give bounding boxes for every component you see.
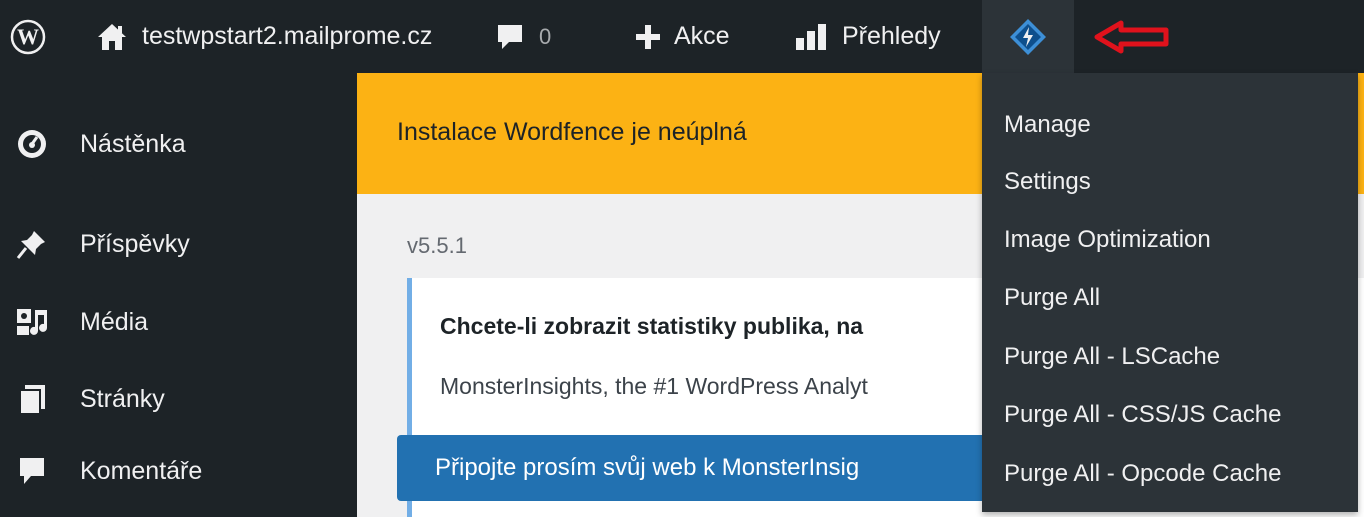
site-name-menu[interactable]: testwpstart2.mailprome.cz [96,0,432,73]
new-content-menu[interactable]: Akce [634,0,730,73]
pin-icon [14,226,50,262]
monsterinsights-description-text: MonsterInsights, the #1 WordPress Analyt [440,373,868,399]
stats-menu[interactable]: Přehledy [794,0,941,73]
comment-bubble-icon [495,22,525,52]
wordpress-logo-icon: W [10,19,46,55]
litespeed-diamond-icon [1008,17,1048,57]
media-icon [14,304,50,340]
comments-menu[interactable]: 0 [495,0,551,73]
dropdown-item-manage[interactable]: Manage [1004,111,1091,139]
sidebar-item-label: Média [80,307,149,336]
monsterinsights-title-text: Chcete-li zobrazit statistiky publika, n… [440,313,864,339]
monsterinsights-description: MonsterInsights, the #1 WordPress Analyt… [440,373,868,400]
red-arrow-annotation [1094,0,1170,73]
sidebar-item-label: Příspěvky [80,229,190,258]
dashboard-icon [14,126,50,162]
dropdown-item-settings[interactable]: Settings [1004,168,1091,196]
home-icon [96,22,128,52]
admin-sidebar: Nástěnka Příspěvky Média Stránky Komentá… [0,73,357,517]
dropdown-item-purge-opcode[interactable]: Purge All - Opcode Cache [1004,460,1282,488]
monsterinsights-connect-button[interactable]: Připojte prosím svůj web k MonsterInsig [397,435,1017,501]
sidebar-item-pages[interactable]: Stránky [0,371,357,427]
wordpress-logo-menu[interactable]: W [10,0,46,73]
dropdown-item-image-optimization[interactable]: Image Optimization [1004,226,1211,254]
sidebar-item-label: Stránky [80,384,165,413]
sidebar-item-dashboard[interactable]: Nástěnka [0,116,357,172]
site-name-label: testwpstart2.mailprome.cz [142,22,433,50]
dropdown-item-purge-css-js[interactable]: Purge All - CSS/JS Cache [1004,401,1281,429]
litespeed-menu[interactable] [982,0,1074,73]
dropdown-item-purge-all[interactable]: Purge All [1004,284,1100,312]
monsterinsights-title: Chcete-li zobrazit statistiky publika, n… [440,313,863,340]
sidebar-item-label: Nástěnka [80,129,186,158]
sidebar-item-media[interactable]: Média [0,294,357,350]
sidebar-item-comments[interactable]: Komentáře [0,443,357,499]
pages-icon [14,381,50,417]
litespeed-dropdown-menu: Manage Settings Image Optimization Purge… [982,73,1358,512]
left-arrow-icon [1094,20,1170,54]
dropdown-item-purge-lscache[interactable]: Purge All - LSCache [1004,343,1220,371]
comment-icon [14,453,50,489]
comments-count: 0 [539,23,552,49]
svg-text:W: W [17,24,39,49]
sidebar-item-posts[interactable]: Příspěvky [0,216,357,272]
wordfence-notice-text: Instalace Wordfence je neúplná [397,118,747,146]
admin-bar: W testwpstart2.mailprome.cz 0 Akce Přehl… [0,0,1364,73]
new-content-label: Akce [674,22,730,50]
bar-chart-icon [794,22,830,52]
version-label: v5.5.1 [407,233,467,258]
sidebar-item-label: Komentáře [80,456,203,485]
plus-icon [634,23,662,51]
stats-label: Přehledy [842,22,941,50]
